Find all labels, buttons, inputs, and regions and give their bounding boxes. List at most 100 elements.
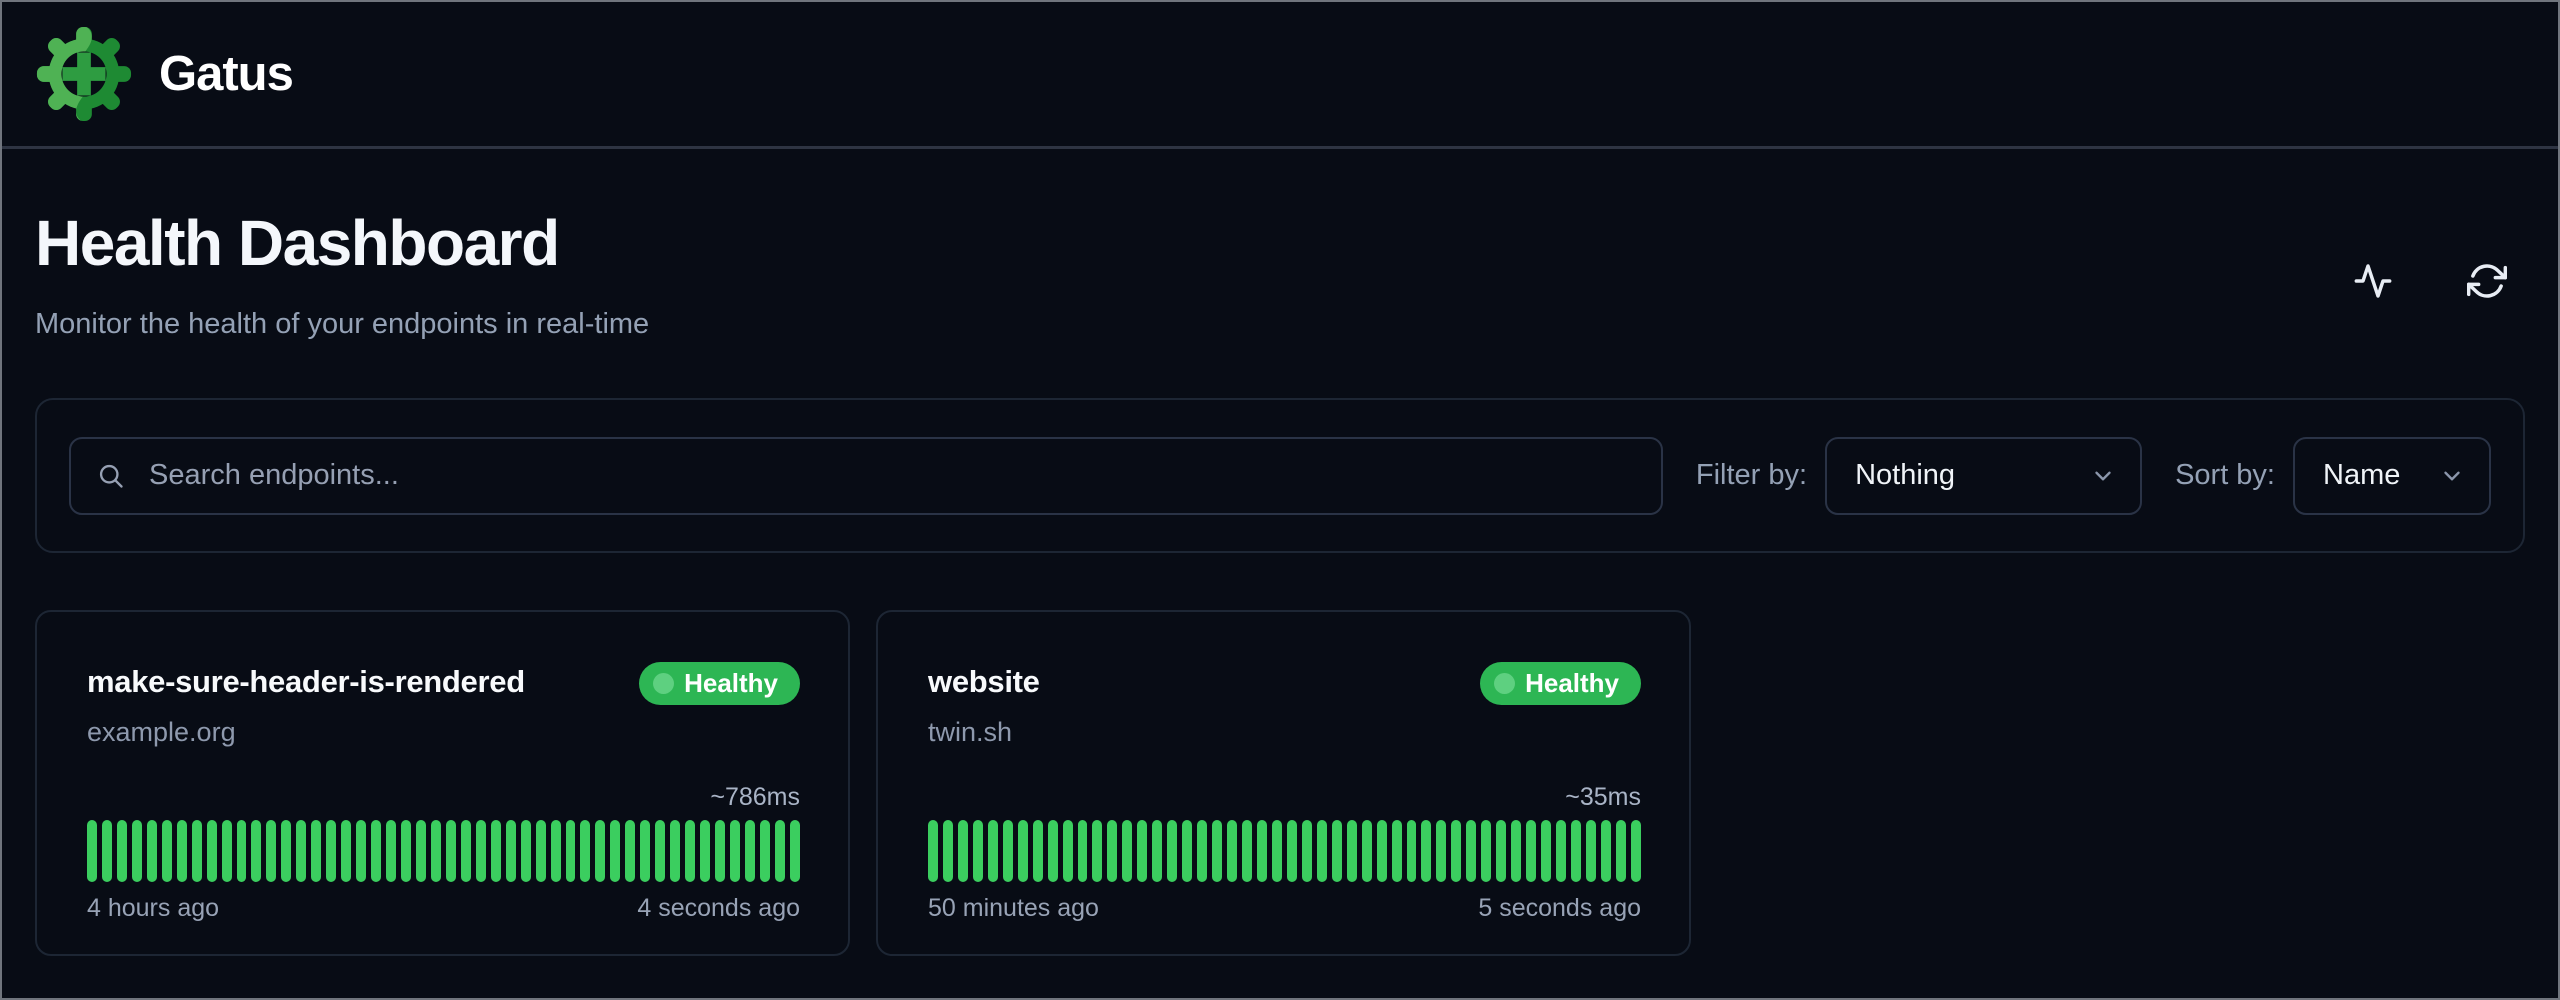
- history-bar[interactable]: [251, 820, 261, 882]
- history-bar[interactable]: [1092, 820, 1102, 882]
- history-bar[interactable]: [87, 820, 97, 882]
- history-bar[interactable]: [341, 820, 351, 882]
- endpoint-card[interactable]: website Healthy twin.sh ~35ms 50 minutes…: [876, 610, 1691, 956]
- history-bar[interactable]: [1107, 820, 1117, 882]
- history-bar[interactable]: [506, 820, 516, 882]
- history-bar[interactable]: [1302, 820, 1312, 882]
- history-bar[interactable]: [281, 820, 291, 882]
- refresh-button[interactable]: [2467, 261, 2507, 301]
- history-bar[interactable]: [730, 820, 740, 882]
- history-bar[interactable]: [580, 820, 590, 882]
- history-bar[interactable]: [162, 820, 172, 882]
- history-bar[interactable]: [1496, 820, 1506, 882]
- history-bar[interactable]: [1466, 820, 1476, 882]
- history-bar[interactable]: [521, 820, 531, 882]
- history-bar[interactable]: [625, 820, 635, 882]
- history-bar[interactable]: [610, 820, 620, 882]
- history-bar[interactable]: [371, 820, 381, 882]
- endpoint-name[interactable]: website: [928, 662, 1040, 702]
- history-bar[interactable]: [192, 820, 202, 882]
- history-bar[interactable]: [132, 820, 142, 882]
- history-bar[interactable]: [958, 820, 968, 882]
- history-bar[interactable]: [1451, 820, 1461, 882]
- history-bar[interactable]: [1541, 820, 1551, 882]
- history-bar[interactable]: [943, 820, 953, 882]
- history-bar[interactable]: [1152, 820, 1162, 882]
- history-bar[interactable]: [595, 820, 605, 882]
- history-bar[interactable]: [1601, 820, 1611, 882]
- history-bar[interactable]: [1347, 820, 1357, 882]
- activity-toggle-button[interactable]: [2353, 261, 2393, 301]
- history-bar[interactable]: [745, 820, 755, 882]
- history-bar[interactable]: [177, 820, 187, 882]
- history-bar[interactable]: [1227, 820, 1237, 882]
- history-bar[interactable]: [1317, 820, 1327, 882]
- history-bar[interactable]: [1048, 820, 1058, 882]
- history-bar[interactable]: [655, 820, 665, 882]
- history-bar[interactable]: [566, 820, 576, 882]
- history-bar[interactable]: [700, 820, 710, 882]
- endpoint-name[interactable]: make-sure-header-is-rendered: [87, 662, 525, 702]
- brand[interactable]: Gatus: [35, 25, 293, 123]
- history-bar[interactable]: [296, 820, 306, 882]
- history-bar[interactable]: [1362, 820, 1372, 882]
- history-bar[interactable]: [1212, 820, 1222, 882]
- history-bar[interactable]: [431, 820, 441, 882]
- history-bar[interactable]: [1078, 820, 1088, 882]
- history-bar[interactable]: [222, 820, 232, 882]
- history-bar[interactable]: [102, 820, 112, 882]
- history-bar[interactable]: [1242, 820, 1252, 882]
- history-bar[interactable]: [1257, 820, 1267, 882]
- history-bar[interactable]: [1556, 820, 1566, 882]
- history-bar[interactable]: [1616, 820, 1626, 882]
- sort-dropdown[interactable]: Name: [2293, 437, 2491, 515]
- history-bar[interactable]: [715, 820, 725, 882]
- endpoint-card[interactable]: make-sure-header-is-rendered Healthy exa…: [35, 610, 850, 956]
- history-bar[interactable]: [536, 820, 546, 882]
- history-bar[interactable]: [326, 820, 336, 882]
- history-bar[interactable]: [1063, 820, 1073, 882]
- search-box[interactable]: [69, 437, 1663, 515]
- history-bar[interactable]: [1481, 820, 1491, 882]
- history-bar[interactable]: [401, 820, 411, 882]
- history-bar[interactable]: [386, 820, 396, 882]
- history-bar[interactable]: [988, 820, 998, 882]
- history-bar[interactable]: [1526, 820, 1536, 882]
- history-bar[interactable]: [207, 820, 217, 882]
- history-bar[interactable]: [1122, 820, 1132, 882]
- history-bar[interactable]: [640, 820, 650, 882]
- filter-dropdown[interactable]: Nothing: [1825, 437, 2142, 515]
- history-bar[interactable]: [266, 820, 276, 882]
- history-bar[interactable]: [775, 820, 785, 882]
- history-bar[interactable]: [973, 820, 983, 882]
- history-bar[interactable]: [1287, 820, 1297, 882]
- history-bar[interactable]: [1407, 820, 1417, 882]
- history-bar[interactable]: [356, 820, 366, 882]
- history-bar[interactable]: [461, 820, 471, 882]
- history-bar[interactable]: [237, 820, 247, 882]
- history-bar[interactable]: [1137, 820, 1147, 882]
- history-bar[interactable]: [311, 820, 321, 882]
- history-bar[interactable]: [1003, 820, 1013, 882]
- search-input[interactable]: [149, 459, 1635, 492]
- history-bar[interactable]: [1392, 820, 1402, 882]
- history-bar[interactable]: [760, 820, 770, 882]
- history-bar[interactable]: [1571, 820, 1581, 882]
- history-bar[interactable]: [1272, 820, 1282, 882]
- history-bar[interactable]: [491, 820, 501, 882]
- history-bar[interactable]: [476, 820, 486, 882]
- history-bar[interactable]: [1631, 820, 1641, 882]
- history-bar[interactable]: [1018, 820, 1028, 882]
- history-bar[interactable]: [1511, 820, 1521, 882]
- history-bar[interactable]: [1377, 820, 1387, 882]
- history-bar[interactable]: [670, 820, 680, 882]
- history-bar[interactable]: [1182, 820, 1192, 882]
- history-bar[interactable]: [147, 820, 157, 882]
- history-bar[interactable]: [1421, 820, 1431, 882]
- history-bar[interactable]: [790, 820, 800, 882]
- history-bar[interactable]: [416, 820, 426, 882]
- history-bar[interactable]: [1197, 820, 1207, 882]
- history-bar[interactable]: [446, 820, 456, 882]
- history-bar[interactable]: [1033, 820, 1043, 882]
- history-bar[interactable]: [928, 820, 938, 882]
